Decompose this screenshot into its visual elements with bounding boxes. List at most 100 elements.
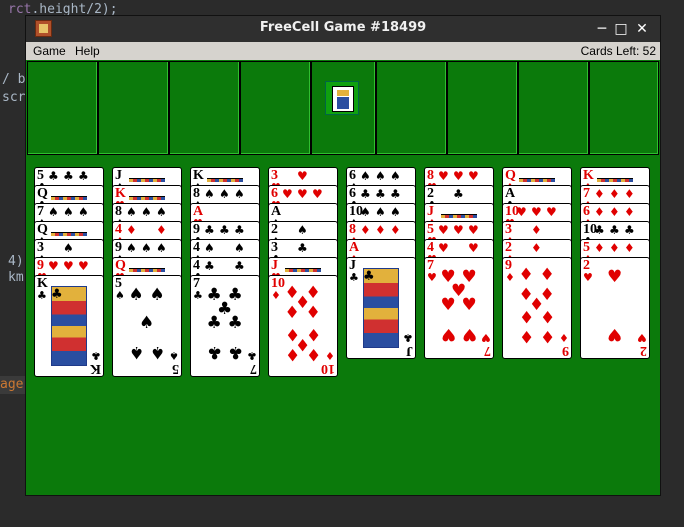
card-suit-icon: ♠ [115,289,125,302]
card-pip-icon: ♦ [155,223,167,237]
card-pip-icon: ♣ [206,342,222,362]
foundation-2[interactable] [447,61,518,155]
card-pip-icon: ♠ [360,205,371,219]
card-pip-icon: ♣ [233,259,245,273]
card-suit-icon: ♣ [91,349,101,362]
card-pip-icon: ♥ [531,205,542,219]
window-title: FreeCell Game #18499 [259,20,427,35]
menu-bar: Game Help Cards Left: 52 [26,42,660,60]
card-pip-icon: ♥ [467,223,479,237]
menu-game[interactable]: Game [33,44,66,58]
card-suit-icon: ♥ [583,271,593,284]
tableau-card[interactable]: 2 ♥ ♥ ♥ 2 ♥ [580,257,650,359]
tableau-card[interactable]: 10 ♦ ♦ ♦ ♦ ♦ ♦ ♦ ♦ ♦ ♦ ♦ 10 ♦ [268,275,338,377]
card-rank-bottom: K [90,361,101,376]
tableau-card[interactable]: K ♣ ♣ K ♣ [34,275,104,377]
card-rank-bottom: 10 [321,361,335,376]
card-pip-icon: ♣ [51,287,63,302]
tableau-card[interactable]: 7 ♣ ♣ ♣ ♣ ♣ ♣ ♣ ♣ 7 ♣ [190,275,260,377]
card-pip-icon: ♠ [360,169,371,183]
card-suit-icon: ♣ [247,349,257,362]
card-suit-icon: ♥ [481,331,491,344]
king-face-icon [325,81,359,115]
card-pip-icon: ♣ [227,313,243,333]
card-pip-icon: ♠ [389,169,401,183]
card-pip-icon: ♠ [204,187,215,201]
card-pip-icon: ♦ [389,223,401,237]
card-pip-icon: ♦ [623,205,635,219]
card-pip-icon: ♥ [438,169,449,183]
card-pip-icon: ♣ [77,169,89,183]
editor-line: age [0,377,24,392]
card-pip-icon: ♥ [607,267,623,287]
card-suit-icon: ♦ [325,349,335,362]
close-button[interactable]: ✕ [633,20,651,38]
card-pip-icon: ♦ [375,223,386,237]
menu-help[interactable]: Help [75,44,100,58]
face-art-strip [51,232,87,236]
card-pip-icon: ♦ [518,305,534,326]
face-art-strip [129,268,165,272]
card-pip-icon: ♣ [63,169,74,183]
tableau-card[interactable]: 7 ♥ ♥ ♥ ♥ ♥ ♥ ♥ ♥ 7 ♥ [424,257,494,359]
card-pip-icon: ♦ [305,344,321,365]
card-pip-icon: ♠ [219,187,230,201]
card-rank-bottom: 7 [484,343,491,358]
card-pip-icon: ♦ [609,187,620,201]
tableau-card[interactable]: 9 ♦ ♦ ♦ ♦ ♦ ♦ ♦ ♦ ♦ ♦ 9 ♦ [502,257,572,359]
card-pip-icon: ♣ [204,259,215,273]
card-pip-icon: ♥ [461,324,477,344]
card-pip-icon: ♥ [77,259,89,273]
card-pip-icon: ♦ [539,264,555,285]
title-bar[interactable]: FreeCell Game #18499 ─ □ ✕ [26,16,660,42]
card-pip-icon: ♠ [204,241,215,255]
card-pip-icon: ♣ [609,223,620,237]
face-art-strip [519,178,555,182]
card-pip-icon: ♣ [360,187,371,201]
foundation-4[interactable] [589,61,659,155]
foundation-1[interactable] [376,61,447,155]
card-pip-icon: ♦ [623,241,635,255]
card-pip-icon: ♠ [139,313,155,333]
free-cell-3[interactable] [169,61,240,155]
card-rank-bottom: 9 [562,343,569,358]
editor-line: km [8,270,24,285]
card-pip-icon: ♦ [284,303,300,324]
card-pip-icon: ♦ [539,305,555,326]
free-cell-2[interactable] [98,61,169,155]
cards-left-status: Cards Left: 52 [580,44,656,58]
minimize-button[interactable]: ─ [593,20,611,38]
tableau-card[interactable]: J ♣ ♣ J ♣ [346,257,416,359]
card-pip-icon: ♦ [623,187,635,201]
card-pip-icon: ♠ [77,205,89,219]
card-pip-icon: ♦ [594,241,605,255]
card-pip-icon: ♣ [297,241,308,255]
card-pip-icon: ♦ [518,264,534,285]
card-suit-icon: ♥ [427,271,437,284]
card-suit-icon: ♦ [505,271,515,284]
maximize-button[interactable]: □ [612,20,630,38]
card-pip-icon: ♠ [141,205,152,219]
card-pip-icon: ♥ [48,259,59,273]
card-pip-icon: ♣ [389,187,401,201]
card-rank-bottom: 2 [640,343,647,358]
card-pip-icon: ♠ [141,241,152,255]
card-pip-icon: ♦ [594,205,605,219]
foundation-3[interactable] [518,61,589,155]
free-cell-1[interactable] [27,61,98,155]
card-pip-icon: ♥ [607,324,623,344]
card-pip-icon: ♠ [297,223,308,237]
card-pip-icon: ♠ [389,205,401,219]
free-cell-4[interactable] [240,61,311,155]
card-pip-icon: ♣ [363,269,375,284]
card-pip-icon: ♥ [297,187,308,201]
card-pip-icon: ♠ [233,241,245,255]
card-pip-icon: ♦ [126,223,137,237]
card-pip-icon: ♥ [461,295,477,315]
card-pip-icon: ♥ [440,295,456,315]
card-pip-icon: ♥ [63,259,74,273]
tableau-card[interactable]: 5 ♠ ♠ ♠ ♠ ♠ ♠ 5 ♠ [112,275,182,377]
card-pip-icon: ♠ [149,285,165,305]
card-pip-icon: ♥ [282,187,293,201]
card-pip-icon: ♣ [227,342,243,362]
